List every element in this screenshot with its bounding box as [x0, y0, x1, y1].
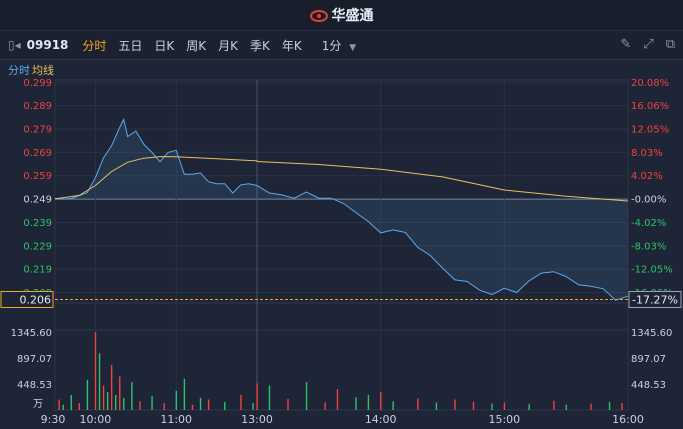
volume-bar: [367, 394, 370, 410]
x-tick-label: 11:00: [160, 413, 192, 426]
volume-bar: [106, 392, 109, 410]
volume-bar: [131, 382, 133, 410]
volume-tick-label-right: 897.07: [631, 354, 666, 365]
pct-tick-label: 4.02%: [631, 171, 663, 182]
y-tick-label: 0.289: [23, 101, 52, 112]
volume-bar: [503, 402, 506, 410]
volume-tick-label-right: 1345.60: [631, 328, 672, 339]
pct-tick-label: -0.00%: [631, 195, 666, 206]
volume-bar: [110, 364, 113, 410]
volume-bar: [392, 401, 394, 410]
x-tick-label: 16:00: [612, 413, 644, 426]
volume-bar: [417, 398, 419, 410]
volume-tick-label: 1345.60: [11, 328, 52, 339]
volume-bar: [380, 392, 382, 410]
pct-tick-label: 8.03%: [631, 148, 663, 159]
volume-bar: [58, 399, 60, 410]
volume-bar: [123, 397, 125, 410]
pct-tick-label: 16.06%: [631, 101, 669, 112]
volume-bar: [70, 394, 72, 410]
volume-bar: [183, 378, 186, 410]
y-tick-label: 0.229: [23, 241, 52, 252]
y-tick-label: 0.279: [23, 125, 52, 136]
y-tick-label: 0.219: [23, 265, 52, 276]
volume-bar: [472, 401, 475, 410]
pct-tick-label: 12.05%: [631, 125, 669, 136]
volume-bar: [191, 404, 194, 410]
volume-bar: [252, 403, 254, 410]
volume-panel-frame: [54, 329, 629, 411]
y-tick-label: 0.299: [23, 78, 52, 89]
volume-bar: [528, 404, 530, 410]
y-tick-label: 0.249: [23, 195, 52, 206]
volume-bar: [240, 394, 242, 410]
volume-bar: [175, 390, 177, 410]
volume-bar: [78, 403, 81, 410]
volume-bar: [94, 332, 97, 410]
pct-tick-label: -4.02%: [631, 218, 666, 229]
volume-bar: [268, 385, 271, 410]
volume-tick-label: 897.07: [17, 354, 52, 365]
volume-tick-label-right: 448.53: [631, 380, 666, 391]
volume-bar: [621, 403, 623, 410]
volume-bar: [199, 397, 202, 410]
volume-bar: [163, 403, 165, 410]
volume-bar: [139, 401, 141, 410]
volume-bar: [553, 400, 555, 410]
volume-bar: [435, 402, 438, 410]
volume-bar: [355, 397, 357, 410]
volume-bar: [62, 404, 64, 410]
x-tick-label: 15:00: [488, 413, 520, 426]
volume-unit-label: 万: [33, 399, 43, 410]
volume-bar: [151, 396, 153, 410]
volume-bar: [590, 403, 592, 410]
pct-tick-label: 20.08%: [631, 78, 669, 89]
volume-bar: [119, 376, 121, 410]
volume-bar: [207, 399, 210, 410]
current-pct-label: -17.27%: [632, 293, 678, 306]
volume-bar: [336, 389, 339, 410]
y-tick-label: 0.259: [23, 171, 52, 182]
volume-bar: [305, 382, 308, 410]
current-price-label: 0.206: [20, 293, 52, 306]
volume-bar: [565, 404, 567, 410]
volume-bar: [256, 383, 258, 410]
volume-bar: [98, 353, 101, 410]
y-tick-label: 0.239: [23, 218, 52, 229]
volume-bar: [287, 398, 289, 410]
volume-bar: [608, 401, 611, 410]
volume-bar: [454, 399, 456, 410]
x-tick-label: 9:30: [41, 413, 66, 426]
volume-bar: [115, 394, 117, 410]
pct-tick-label: -8.03%: [631, 241, 666, 252]
intraday-chart: 0.299 20.08% 0.289 16.06% 0.279 12.05% 0.269 8.…: [0, 78, 682, 426]
x-tick-label: 10:00: [80, 413, 112, 426]
x-tick-label: 13:00: [241, 413, 273, 426]
volume-tick-label: 448.53: [17, 380, 52, 391]
volume-bar: [102, 385, 105, 410]
x-tick-label: 14:00: [365, 413, 397, 426]
volume-bar: [324, 402, 326, 410]
pct-tick-label: -12.05%: [631, 265, 673, 276]
y-tick-label: 0.269: [23, 148, 52, 159]
volume-bar: [491, 403, 493, 410]
volume-bar: [224, 401, 226, 410]
volume-bar: [86, 379, 89, 410]
